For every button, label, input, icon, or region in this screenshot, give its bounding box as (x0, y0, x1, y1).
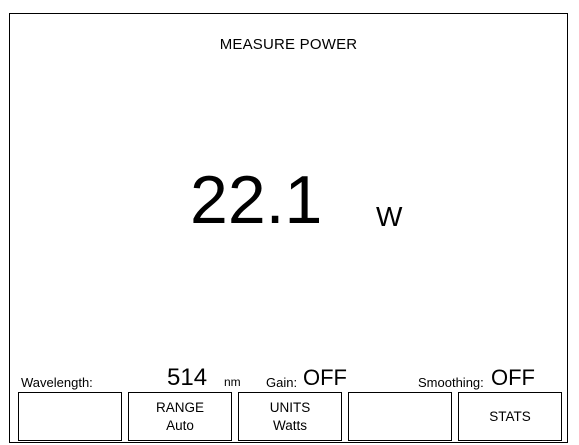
power-unit: W (376, 201, 403, 232)
display-frame: MEASURE POWER 22.1 W Wavelength: 514 nm … (9, 13, 568, 443)
range-button-value: Auto (166, 417, 194, 433)
power-reading: 22.1 W (10, 166, 567, 246)
softkey-4-button[interactable] (348, 392, 452, 441)
units-button-value: Watts (272, 417, 307, 433)
wavelength-label: Wavelength: (21, 375, 93, 390)
power-value: 22.1 (190, 162, 323, 238)
units-button[interactable]: UNITS Watts (238, 392, 342, 441)
smoothing-label: Smoothing: (418, 375, 484, 390)
status-bar: Wavelength: 514 nm Gain: OFF Smoothing: … (10, 364, 567, 390)
stats-button[interactable]: STATS (458, 392, 562, 441)
gain-value: OFF (303, 365, 347, 390)
wavelength-unit: nm (224, 375, 241, 389)
screen-title: MEASURE POWER (219, 36, 358, 53)
softkey-1-button[interactable] (18, 392, 122, 441)
stats-button-label: STATS (489, 408, 531, 424)
units-button-label: UNITS (269, 399, 311, 415)
range-button[interactable]: RANGE Auto (128, 392, 232, 441)
wavelength-value: 514 (167, 364, 208, 391)
range-button-label: RANGE (155, 399, 204, 415)
smoothing-value: OFF (491, 365, 535, 390)
gain-label: Gain: (266, 375, 298, 390)
softkey-row: RANGE Auto UNITS Watts STATS (18, 392, 562, 441)
